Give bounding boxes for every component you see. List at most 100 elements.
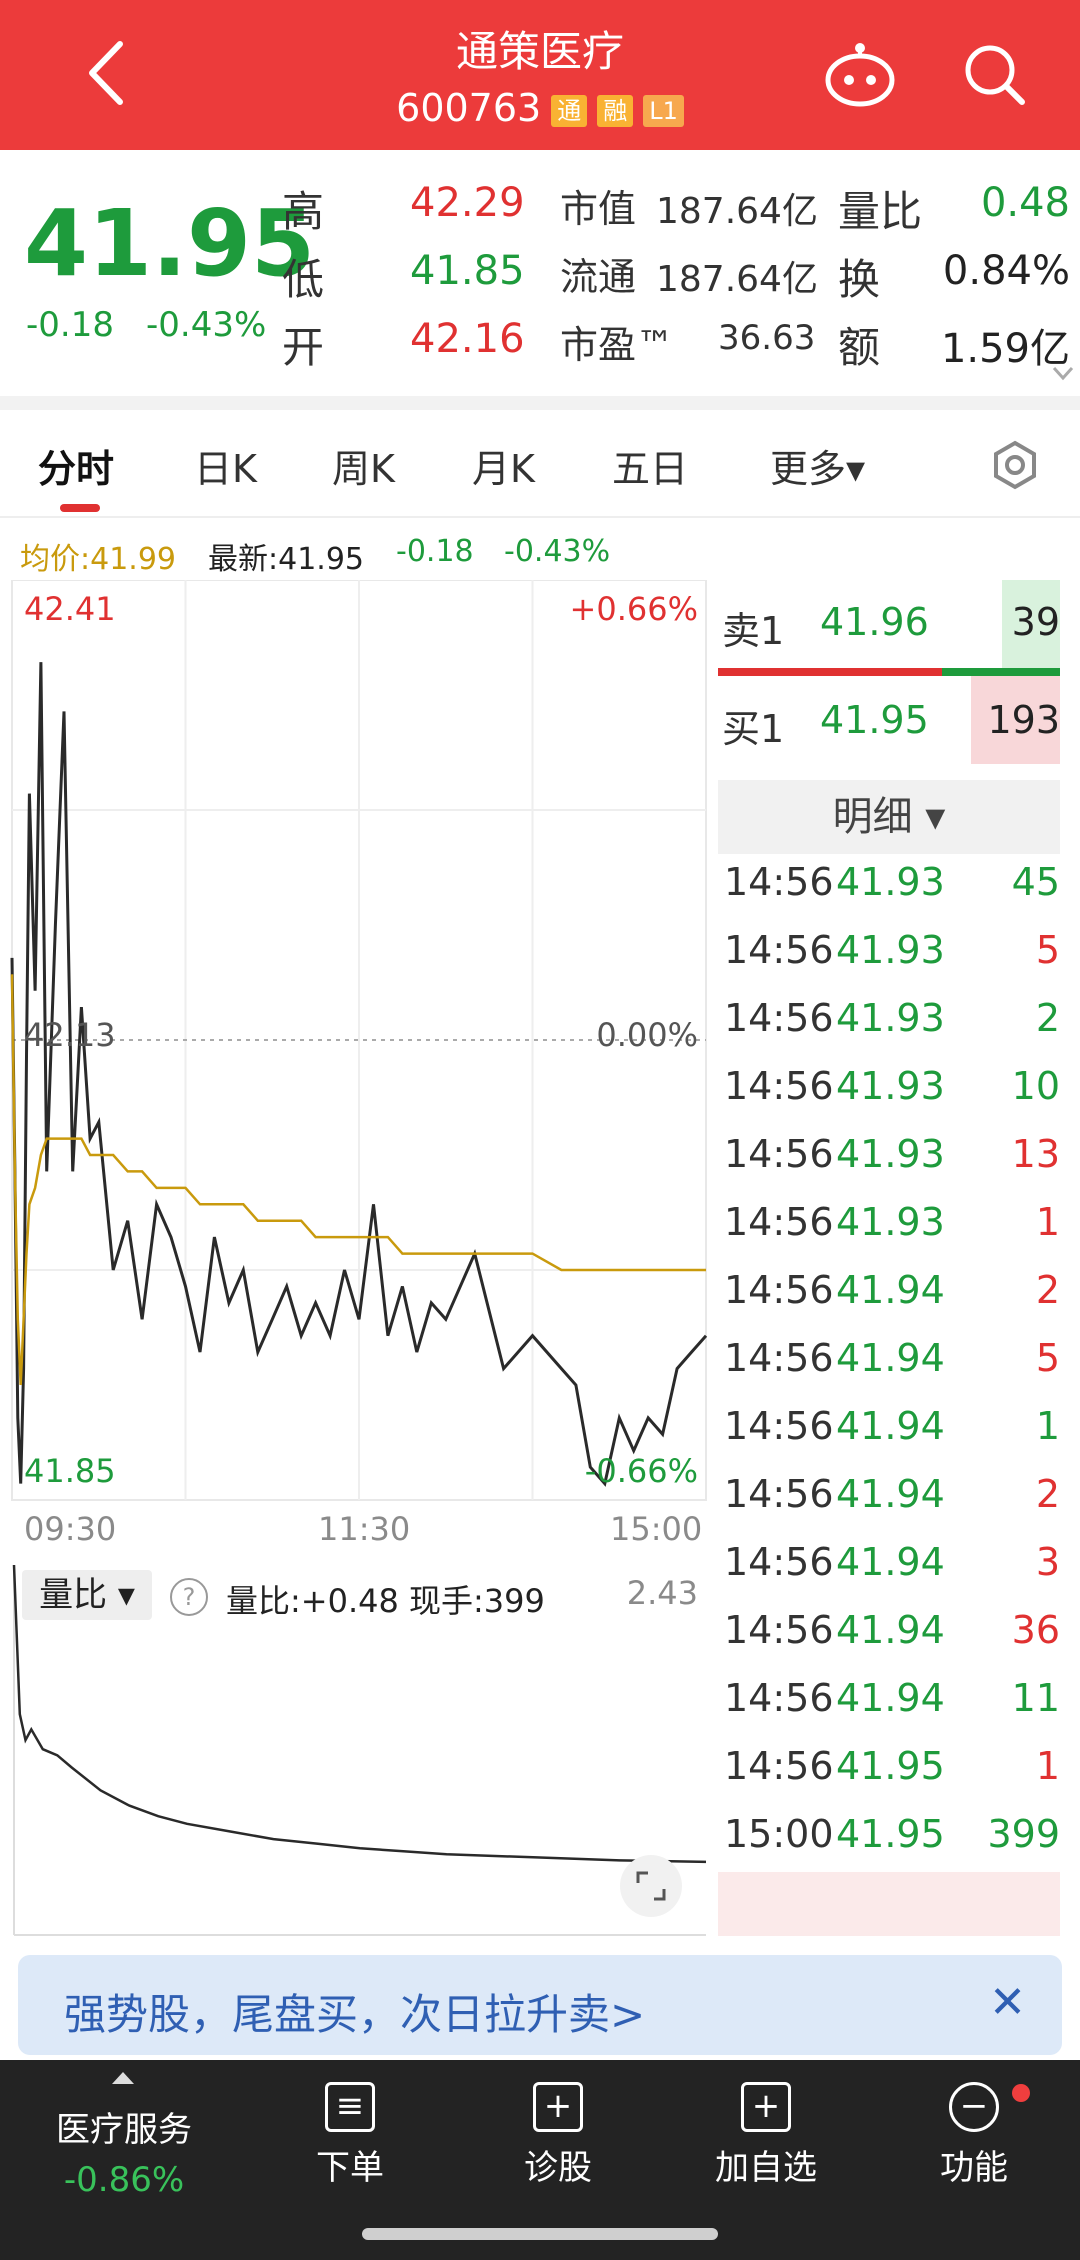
high-value: 42.29 bbox=[410, 180, 525, 226]
trade-row: 14:56 41.93 2 bbox=[720, 986, 1060, 1054]
add-watchlist-icon: + bbox=[741, 2082, 791, 2132]
sector-change: -0.86% bbox=[63, 2160, 185, 2200]
trade-price: 41.94 bbox=[836, 1404, 945, 1448]
tab-daily[interactable]: 日K bbox=[194, 438, 257, 493]
trade-price: 41.93 bbox=[836, 1200, 945, 1244]
trade-time: 14:56 bbox=[724, 1132, 834, 1176]
trade-row: 14:56 41.94 2 bbox=[720, 1258, 1060, 1326]
nav-watchlist-label: 加自选 bbox=[715, 2148, 817, 2188]
settings-icon[interactable] bbox=[990, 440, 1040, 490]
caret-up-icon[interactable] bbox=[110, 2070, 136, 2086]
float-label: 流通 bbox=[560, 255, 637, 299]
tab-intraday[interactable]: 分时 bbox=[38, 438, 114, 493]
volratio-value: 0.48 bbox=[980, 180, 1070, 226]
x-label-open: 09:30 bbox=[24, 1510, 117, 1548]
trade-row: 14:56 41.93 10 bbox=[720, 1054, 1060, 1122]
close-icon[interactable]: ✕ bbox=[989, 1977, 1026, 2028]
price-change: -0.18 bbox=[26, 305, 114, 345]
trade-time: 14:56 bbox=[724, 1744, 834, 1788]
trade-row: 14:56 41.94 1 bbox=[720, 1394, 1060, 1462]
x-label-noon: 11:30 bbox=[318, 1510, 411, 1548]
mktcap-value: 187.64亿 bbox=[656, 191, 818, 232]
app-header: 通策医疗 600763 通融 L1 bbox=[0, 0, 1080, 150]
tag-rong: 融 bbox=[597, 94, 634, 127]
promo-text: 强势股，尾盘买，次日拉升卖> bbox=[64, 1990, 646, 2039]
trade-price: 41.94 bbox=[836, 1540, 945, 1584]
robot-icon[interactable] bbox=[820, 40, 900, 110]
low-value: 41.85 bbox=[410, 248, 525, 294]
trade-row: 14:56 41.93 45 bbox=[720, 850, 1060, 918]
trade-volume: 2 bbox=[1035, 1268, 1060, 1312]
sell-level-1[interactable]: 卖1 41.96 39 bbox=[718, 580, 1060, 668]
trade-volume: 36 bbox=[1011, 1608, 1060, 1652]
trade-time: 15:00 bbox=[724, 1812, 834, 1856]
trade-price: 41.94 bbox=[836, 1268, 945, 1312]
trade-row: 14:56 41.94 5 bbox=[720, 1326, 1060, 1394]
trade-row: 14:56 41.94 11 bbox=[720, 1666, 1060, 1734]
sell-price: 41.96 bbox=[820, 600, 929, 644]
tab-weekly[interactable]: 周K bbox=[332, 438, 395, 493]
chart-top-pct: +0.66% bbox=[569, 590, 698, 628]
turnover-label: 换 bbox=[838, 255, 881, 304]
volume-mode-select[interactable]: 量比 ▾ bbox=[22, 1570, 152, 1620]
trade-row: 14:56 41.93 5 bbox=[720, 918, 1060, 986]
price-change-pct: -0.43% bbox=[146, 305, 267, 345]
sell-volume: 39 bbox=[1011, 600, 1060, 644]
trade-price: 41.94 bbox=[836, 1472, 945, 1516]
trade-time: 14:56 bbox=[724, 1200, 834, 1244]
trade-volume: 10 bbox=[1011, 1064, 1060, 1108]
search-icon[interactable] bbox=[960, 40, 1030, 110]
nav-diagnose[interactable]: + 诊股 bbox=[458, 2082, 658, 2189]
sector-name[interactable]: 医疗服务 bbox=[24, 2102, 224, 2151]
nav-functions-label: 功能 bbox=[940, 2148, 1008, 2188]
promo-banner[interactable]: 强势股，尾盘买，次日拉升卖> ✕ bbox=[18, 1955, 1062, 2055]
volume-max-label: 2.43 bbox=[626, 1574, 698, 1612]
avg-price-info: 均价:41.99 bbox=[20, 542, 176, 577]
trade-list-fade bbox=[718, 1872, 1060, 1936]
bottom-nav: 医疗服务 -0.86% ≡ 下单 + 诊股 + 加自选 − 功能 bbox=[0, 2060, 1080, 2260]
trade-volume: 1 bbox=[1035, 1744, 1060, 1788]
trade-row: 14:56 41.93 1 bbox=[720, 1190, 1060, 1258]
nav-order[interactable]: ≡ 下单 bbox=[250, 2082, 450, 2189]
notification-dot bbox=[1012, 2084, 1030, 2102]
trade-price: 41.95 bbox=[836, 1744, 945, 1788]
chart-bottom-pct: -0.66% bbox=[584, 1452, 698, 1490]
tab-fiveday[interactable]: 五日 bbox=[612, 438, 688, 493]
stock-code-line: 600763 通融 L1 bbox=[0, 86, 1080, 130]
tab-more[interactable]: 更多▾ bbox=[770, 438, 865, 493]
trade-volume: 11 bbox=[1011, 1676, 1060, 1720]
nav-watchlist[interactable]: + 加自选 bbox=[666, 2082, 866, 2189]
tab-indicator bbox=[60, 504, 100, 512]
expand-chevron-icon[interactable] bbox=[1050, 362, 1076, 388]
buy-price: 41.95 bbox=[820, 698, 929, 742]
buy-level-1[interactable]: 买1 41.95 193 bbox=[718, 676, 1060, 764]
latest-change-info: -0.18 bbox=[396, 534, 474, 569]
trade-time: 14:56 bbox=[724, 1268, 834, 1312]
trade-time: 14:56 bbox=[724, 1336, 834, 1380]
fullscreen-button[interactable] bbox=[620, 1855, 682, 1917]
trade-row: 14:56 41.94 36 bbox=[720, 1598, 1060, 1666]
trade-volume: 13 bbox=[1011, 1132, 1060, 1176]
tag-tong: 通 bbox=[551, 94, 588, 127]
pe-value: 36.63 bbox=[718, 318, 816, 358]
trade-time: 14:56 bbox=[724, 1472, 834, 1516]
trade-price: 41.93 bbox=[836, 1064, 945, 1108]
order-ratio-green bbox=[942, 668, 1060, 676]
stock-code: 600763 bbox=[396, 86, 542, 130]
trade-volume: 3 bbox=[1035, 1540, 1060, 1584]
tab-monthly[interactable]: 月K bbox=[472, 438, 535, 493]
trade-time: 14:56 bbox=[724, 1676, 834, 1720]
volratio-label: 量比 bbox=[838, 187, 923, 236]
chart-mid-price: 42.13 bbox=[24, 1016, 116, 1054]
trade-volume: 1 bbox=[1035, 1404, 1060, 1448]
trade-price: 41.93 bbox=[836, 928, 945, 972]
nav-functions[interactable]: − 功能 bbox=[874, 2082, 1074, 2189]
help-icon[interactable]: ? bbox=[170, 1578, 208, 1616]
chart-top-price: 42.41 bbox=[24, 590, 116, 628]
stock-name: 通策医疗 bbox=[455, 27, 624, 76]
trade-volume: 45 bbox=[1011, 860, 1060, 904]
detail-dropdown[interactable]: 明细 ▾ bbox=[718, 780, 1060, 854]
trade-volume: 2 bbox=[1035, 1472, 1060, 1516]
diagnose-icon: + bbox=[533, 2082, 583, 2132]
trade-volume: 399 bbox=[987, 1812, 1060, 1856]
